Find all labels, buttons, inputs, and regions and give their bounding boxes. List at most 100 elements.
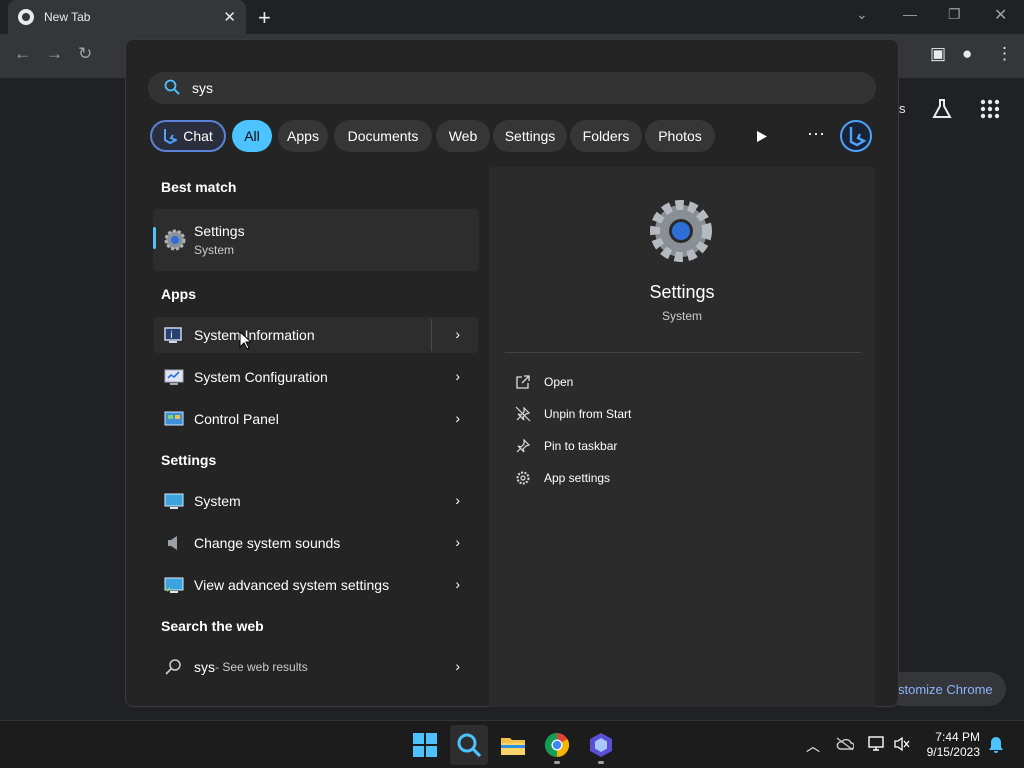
selection-indicator bbox=[153, 227, 156, 249]
back-icon[interactable]: ← bbox=[14, 44, 31, 64]
result-label: System Configuration bbox=[194, 369, 328, 385]
detail-pane: Settings System Open Unpin from Start Pi… bbox=[489, 167, 875, 707]
filter-photos[interactable]: Photos bbox=[645, 120, 715, 152]
taskbar-search-icon[interactable] bbox=[456, 732, 482, 758]
search-input[interactable]: sys bbox=[192, 80, 213, 96]
customize-chrome-button[interactable]: stomize Chrome bbox=[886, 672, 1006, 706]
network-icon[interactable] bbox=[868, 736, 886, 752]
filter-label: Web bbox=[448, 128, 478, 144]
settings-gear-icon bbox=[650, 200, 712, 262]
result-web-search[interactable]: sys - See web results › bbox=[154, 649, 478, 685]
chevron-right-icon[interactable]: › bbox=[455, 534, 460, 550]
filter-apps[interactable]: Apps bbox=[278, 120, 328, 152]
advanced-settings-icon bbox=[164, 577, 184, 593]
bing-chat-icon bbox=[164, 129, 178, 144]
result-label: System Information bbox=[194, 327, 315, 343]
action-label: App settings bbox=[544, 471, 611, 485]
chrome-icon[interactable] bbox=[544, 732, 570, 758]
action-label: Pin to taskbar bbox=[544, 439, 618, 453]
notification-bell-icon[interactable] bbox=[988, 736, 1004, 754]
filter-label: All bbox=[244, 128, 260, 144]
play-icon[interactable] bbox=[756, 130, 768, 143]
detail-title: Settings bbox=[649, 282, 715, 302]
bing-icon[interactable] bbox=[840, 120, 872, 152]
filter-documents[interactable]: Documents bbox=[334, 120, 432, 152]
settings-gear-icon bbox=[164, 229, 186, 251]
taskbar-clock[interactable]: 7:44 PM 9/15/2023 bbox=[927, 730, 980, 760]
speaker-icon bbox=[168, 536, 177, 550]
minimize-icon[interactable]: — bbox=[903, 6, 917, 22]
filter-settings[interactable]: Settings bbox=[493, 120, 567, 152]
copilot-app-icon[interactable] bbox=[588, 732, 614, 758]
filter-all[interactable]: All bbox=[232, 120, 272, 152]
result-system-configuration[interactable]: System Configuration › bbox=[154, 359, 478, 395]
filter-label: Chat bbox=[183, 128, 213, 144]
filter-label: Settings bbox=[504, 128, 556, 144]
more-icon[interactable]: ··· bbox=[807, 123, 825, 144]
filter-web[interactable]: Web bbox=[436, 120, 490, 152]
result-label: View advanced system settings bbox=[194, 577, 390, 593]
start-windows-icon[interactable] bbox=[412, 732, 438, 758]
running-indicator bbox=[554, 761, 560, 764]
forward-icon[interactable]: → bbox=[46, 44, 63, 64]
chevron-right-icon[interactable]: › bbox=[455, 576, 460, 592]
ntp-partial-link[interactable]: s bbox=[899, 101, 906, 116]
new-tab-icon[interactable]: + bbox=[258, 5, 271, 31]
web-search-icon bbox=[165, 659, 181, 675]
best-match-subtitle: System bbox=[194, 243, 235, 257]
tab-search-icon[interactable]: ⌄ bbox=[856, 6, 868, 23]
close-tab-icon[interactable]: ✕ bbox=[223, 8, 236, 26]
tab-new-tab[interactable]: New Tab ✕ bbox=[8, 0, 246, 34]
best-match-title: Settings bbox=[194, 223, 245, 239]
side-panel-icon[interactable]: ▣ bbox=[930, 44, 946, 64]
gear-icon bbox=[516, 471, 530, 485]
chrome-menu-icon[interactable]: ⋮ bbox=[996, 44, 1013, 64]
monitor-icon bbox=[164, 493, 184, 509]
filter-label: Documents bbox=[347, 128, 419, 144]
result-system[interactable]: System › bbox=[154, 483, 478, 519]
best-match-item[interactable]: Settings System bbox=[153, 209, 479, 271]
action-label: Open bbox=[544, 375, 574, 389]
clock-date: 9/15/2023 bbox=[926, 745, 980, 759]
reload-icon[interactable]: ↻ bbox=[78, 44, 92, 64]
onedrive-icon[interactable] bbox=[836, 737, 854, 751]
chevron-right-icon[interactable]: › bbox=[455, 658, 460, 674]
chrome-tabstrip: New Tab ✕ + ⌄ — ❐ ✕ bbox=[0, 0, 1024, 34]
search-box[interactable]: sys bbox=[148, 72, 876, 104]
action-pin-to-taskbar[interactable]: Pin to taskbar bbox=[515, 436, 617, 456]
chevron-right-icon[interactable]: › bbox=[455, 368, 460, 384]
apps-header: Apps bbox=[161, 286, 196, 302]
volume-muted-icon[interactable] bbox=[894, 736, 910, 752]
result-system-information[interactable]: i System Information › bbox=[154, 317, 478, 353]
filter-label: Apps bbox=[287, 128, 319, 144]
result-change-system-sounds[interactable]: Change system sounds › bbox=[154, 525, 478, 561]
result-view-advanced-system-settings[interactable]: View advanced system settings › bbox=[154, 567, 478, 603]
file-explorer-icon[interactable] bbox=[500, 732, 526, 758]
action-open[interactable]: Open bbox=[515, 372, 573, 392]
system-configuration-icon bbox=[164, 369, 184, 385]
chevron-right-icon[interactable]: › bbox=[455, 326, 460, 342]
filter-folders[interactable]: Folders bbox=[570, 120, 642, 152]
chevron-right-icon[interactable]: › bbox=[455, 492, 460, 508]
close-window-icon[interactable]: ✕ bbox=[994, 5, 1007, 25]
search-web-header: Search the web bbox=[161, 618, 264, 634]
result-label: Control Panel bbox=[194, 411, 279, 427]
labs-flask-icon[interactable] bbox=[930, 97, 954, 121]
tab-title: New Tab bbox=[44, 10, 91, 24]
action-app-settings[interactable]: App settings bbox=[515, 468, 610, 488]
running-indicator bbox=[598, 761, 604, 764]
apps-grid-icon[interactable] bbox=[980, 99, 1000, 119]
chevron-right-icon[interactable]: › bbox=[455, 410, 460, 426]
result-label: Change system sounds bbox=[194, 535, 341, 551]
result-control-panel[interactable]: Control Panel › bbox=[154, 401, 478, 437]
start-search-panel: sys Chat All Apps Documents Web Settings… bbox=[125, 39, 899, 707]
profile-icon[interactable]: ● bbox=[962, 44, 972, 64]
restore-icon[interactable]: ❐ bbox=[948, 6, 961, 23]
settings-header: Settings bbox=[161, 452, 217, 468]
search-icon bbox=[164, 79, 180, 95]
detail-subtitle: System bbox=[661, 309, 702, 323]
unpin-icon bbox=[515, 406, 531, 422]
filter-chat[interactable]: Chat bbox=[150, 120, 226, 152]
show-hidden-icons-icon[interactable]: ︿ bbox=[806, 736, 820, 756]
action-unpin-from-start[interactable]: Unpin from Start bbox=[515, 404, 631, 424]
